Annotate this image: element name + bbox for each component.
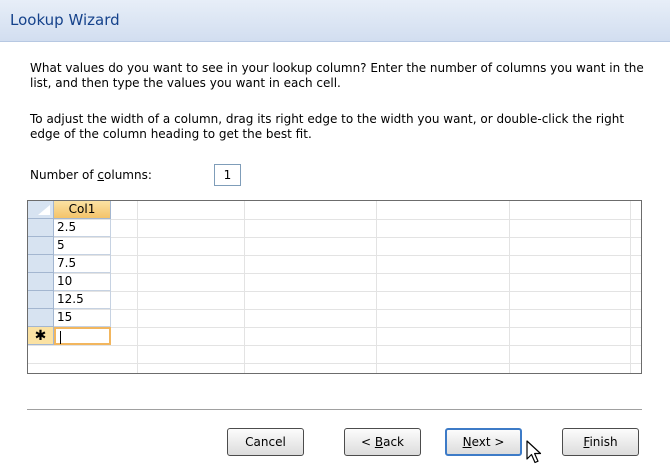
- grid-line: [28, 291, 641, 292]
- number-of-columns-label: Number of columns:: [30, 168, 152, 183]
- table-cell[interactable]: 7.5: [54, 255, 111, 273]
- grid-line: [28, 237, 641, 238]
- grid-line: [244, 201, 245, 373]
- title-bar: Lookup Wizard: [0, 0, 670, 42]
- intro-text: What values do you want to see in your l…: [30, 61, 644, 90]
- table-cell[interactable]: 2.5: [54, 219, 111, 237]
- grid-line: [509, 201, 510, 373]
- button-label: <: [360, 435, 375, 449]
- row-selector[interactable]: [28, 219, 54, 237]
- back-button[interactable]: < Back: [344, 428, 421, 456]
- row-selector[interactable]: [28, 255, 54, 273]
- grid-line: [28, 309, 641, 310]
- number-of-columns-input[interactable]: 1: [214, 164, 241, 186]
- table-cell[interactable]: 15: [54, 309, 111, 327]
- grid-line: [376, 201, 377, 373]
- button-label: ext >: [471, 435, 505, 449]
- button-label: inish: [589, 435, 618, 449]
- row-selector[interactable]: [28, 273, 54, 291]
- table-cell[interactable]: 12.5: [54, 291, 111, 309]
- grid-line: [28, 219, 641, 220]
- accelerator-key: B: [374, 435, 384, 449]
- button-label: ack: [383, 435, 404, 449]
- grid-line: [28, 327, 641, 328]
- grid-line: [28, 273, 641, 274]
- accelerator-key: N: [462, 435, 472, 449]
- column-header-col1[interactable]: Col1: [54, 201, 111, 219]
- next-button[interactable]: Next >: [445, 428, 522, 456]
- separator: [27, 409, 642, 411]
- finish-button[interactable]: Finish: [562, 428, 639, 456]
- grid-line: [137, 201, 138, 373]
- window-title: Lookup Wizard: [10, 11, 120, 29]
- new-row-cell[interactable]: [54, 327, 111, 345]
- label-part: olumns:: [104, 168, 152, 182]
- label-part: Number of: [30, 168, 98, 182]
- mouse-pointer-icon: [526, 440, 542, 464]
- lookup-values-grid[interactable]: Col1 2.5 5 7.5 10 12.5 15 ✱: [27, 200, 642, 374]
- new-record-icon: ✱: [28, 327, 54, 345]
- table-cell[interactable]: 10: [54, 273, 111, 291]
- grid-line: [28, 345, 641, 346]
- select-all-corner[interactable]: [28, 201, 54, 219]
- row-selector[interactable]: [28, 309, 54, 327]
- grid-line: [630, 201, 631, 373]
- row-selector[interactable]: [28, 291, 54, 309]
- cancel-button[interactable]: Cancel: [227, 428, 304, 456]
- table-cell[interactable]: 5: [54, 237, 111, 255]
- grid-line: [28, 255, 641, 256]
- grid-line: [28, 363, 641, 364]
- text-caret: [60, 331, 61, 344]
- hint-text: To adjust the width of a column, drag it…: [30, 112, 625, 141]
- row-selector[interactable]: [28, 237, 54, 255]
